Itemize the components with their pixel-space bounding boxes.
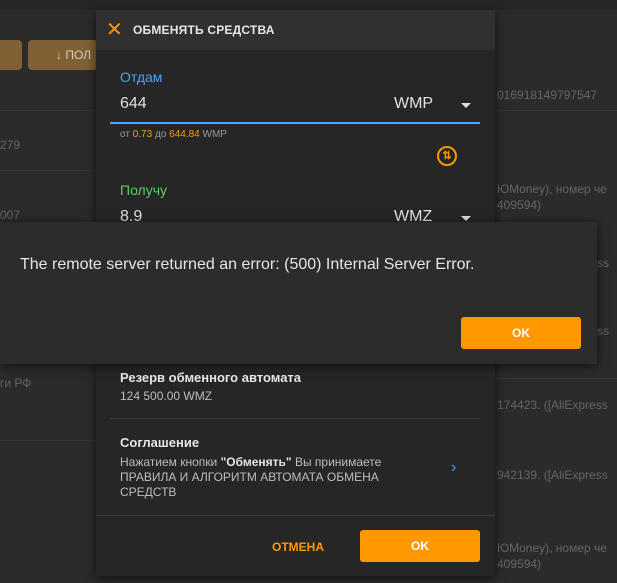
close-icon[interactable]: ✕ <box>106 20 124 40</box>
give-amount-input[interactable]: 644 <box>120 95 147 113</box>
give-label: Отдам <box>120 69 163 85</box>
chevron-down-icon[interactable] <box>461 103 471 108</box>
reserve-value: 124 500.00 WMZ <box>120 389 213 403</box>
reserve-title: Резерв обменного автомата <box>120 370 302 385</box>
error-ok-button[interactable]: OK <box>461 317 581 349</box>
dialog-title: ОБМЕНЯТЬ СРЕДСТВА <box>133 23 275 37</box>
agreement-text: Нажатием кнопки "Обменять" Вы принимаете… <box>120 455 382 499</box>
cancel-button[interactable]: ОТМЕНА <box>272 540 324 554</box>
chevron-down-icon[interactable] <box>461 216 471 221</box>
receive-label: Получу <box>120 182 168 198</box>
ok-button[interactable]: OK <box>360 530 480 562</box>
error-dialog: The remote server returned an error: (50… <box>0 222 597 364</box>
swap-icon[interactable]: ⇅ <box>437 146 457 166</box>
give-currency-select[interactable]: WMP <box>394 95 433 113</box>
chevron-right-icon[interactable]: › <box>451 459 456 477</box>
dialog-header: ✕ ОБМЕНЯТЬ СРЕДСТВА <box>96 10 495 50</box>
divider <box>110 418 480 419</box>
error-message: The remote server returned an error: (50… <box>20 256 475 273</box>
give-range: от 0.73 до 644.84 WMP <box>120 129 227 140</box>
give-input-underline <box>110 122 480 124</box>
agreement-title: Соглашение <box>120 435 200 450</box>
divider <box>96 515 495 516</box>
